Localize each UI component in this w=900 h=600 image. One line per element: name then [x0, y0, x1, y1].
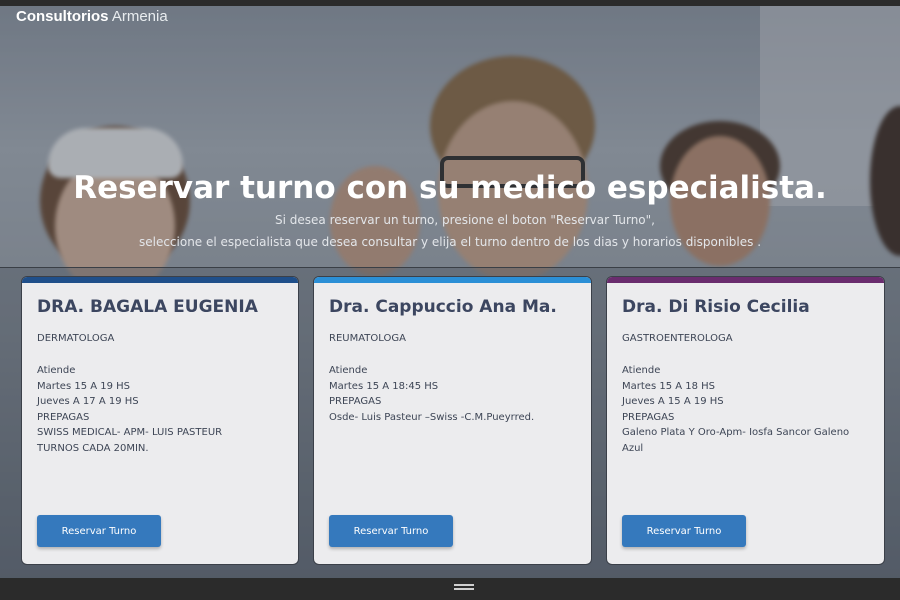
info-line: Martes 15 A 18:45 HS: [329, 380, 439, 392]
doctor-schedule-info: Atiende Martes 15 A 18:45 HS PREPAGAS Os…: [329, 363, 579, 425]
info-line: Martes 15 A 18 HS: [622, 380, 716, 392]
info-line: SWISS MEDICAL- APM- LUIS PASTEUR: [37, 427, 223, 438]
doctor-card: DRA. BAGALA EUGENIA DERMATOLOGA Atiende …: [21, 276, 299, 565]
info-line: PREPAGAS: [622, 411, 675, 423]
info-line: PREPAGAS: [37, 411, 90, 423]
card-accent-stripe: [22, 277, 298, 283]
reservar-turno-button[interactable]: Reservar Turno: [329, 515, 453, 547]
brand-name-light: Armenia: [111, 8, 168, 25]
doctor-schedule-info: Atiende Martes 15 A 19 HS Jueves A 17 A …: [37, 363, 287, 456]
doctor-specialty: REUMATOLOGA: [329, 333, 406, 344]
doctor-name: DRA. BAGALA EUGENIA: [37, 297, 258, 317]
info-line: Atiende: [329, 365, 368, 376]
info-line: Jueves A 15 A 19 HS: [622, 396, 724, 407]
info-line: TURNOS CADA 20MIN.: [37, 442, 149, 454]
hero-title: Reservar turno con su medico especialist…: [73, 170, 827, 206]
brand-name-bold: Consultorios: [16, 8, 109, 25]
drag-handle-icon[interactable]: [454, 584, 474, 592]
card-accent-stripe: [314, 277, 591, 283]
info-line: Atiende: [622, 365, 661, 376]
info-line: PREPAGAS: [329, 396, 382, 407]
doctor-specialty: DERMATOLOGA: [37, 333, 115, 344]
bottom-frame-bar: [0, 578, 900, 600]
info-line: Atiende: [37, 365, 76, 376]
info-line: Jueves A 17 A 19 HS: [37, 396, 139, 407]
hero-subtitle-line-1: Si desea reservar un turno, presione el …: [275, 213, 655, 227]
info-line: Galeno Plata Y Oro-Apm- Iosfa Sancor Gal…: [622, 427, 850, 454]
hero-subtitle-line-2: seleccione el especialista que desea con…: [138, 235, 762, 249]
reservar-turno-button[interactable]: Reservar Turno: [622, 515, 746, 547]
card-accent-stripe: [607, 277, 884, 283]
doctor-name: Dra. Cappuccio Ana Ma.: [329, 297, 557, 317]
info-line: Martes 15 A 19 HS: [37, 380, 131, 392]
doctor-card: Dra. Di Risio Cecilia GASTROENTEROLOGA A…: [606, 276, 885, 565]
doctor-name: Dra. Di Risio Cecilia: [622, 297, 810, 317]
reservar-turno-button[interactable]: Reservar Turno: [37, 515, 161, 547]
info-line: Osde- Luis Pasteur –Swiss -C.M.Pueyrred.: [329, 411, 535, 423]
doctor-specialty: GASTROENTEROLOGA: [622, 333, 733, 344]
site-brand[interactable]: Consultorios Armenia: [16, 8, 168, 25]
doctor-schedule-info: Atiende Martes 15 A 18 HS Jueves A 15 A …: [622, 363, 872, 456]
doctor-card: Dra. Cappuccio Ana Ma. REUMATOLOGA Atien…: [313, 276, 592, 565]
